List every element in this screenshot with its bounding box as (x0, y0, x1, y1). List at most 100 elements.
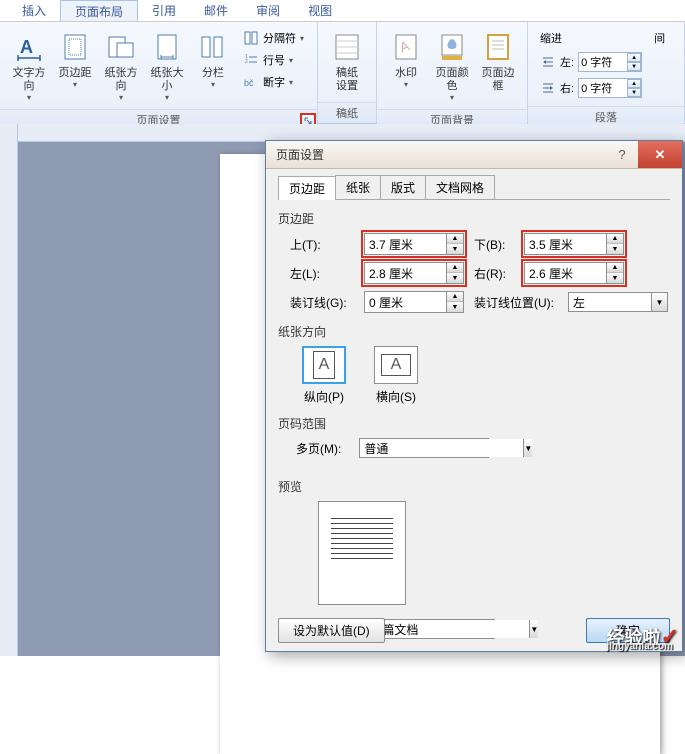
hyphenation-icon: bč (243, 74, 259, 90)
margin-left-input[interactable] (365, 263, 446, 283)
ribbon-group-background: A 水印 ▾ 页面颜色 ▾ 页面边框 页面背景 (377, 22, 528, 123)
chevron-down-icon: ▾ (119, 93, 123, 102)
chevron-down-icon: ▾ (27, 93, 31, 102)
chevron-down-icon: ▾ (73, 80, 77, 89)
spin-down[interactable]: ▼ (447, 302, 463, 312)
gutter-pos-label: 装订线位置(U): (474, 294, 568, 311)
spin-up[interactable]: ▲ (607, 234, 623, 244)
dialog-tab-margin[interactable]: 页边距 (278, 176, 336, 200)
dialog-tab-grid[interactable]: 文档网格 (425, 175, 495, 199)
watermark-logo: 经验啦✓ jingyanla.com (607, 624, 679, 650)
indent-left-input[interactable] (579, 55, 627, 69)
gutter-input[interactable] (365, 292, 446, 312)
ribbon-tabs: 插入 页面布局 引用 邮件 审阅 视图 (0, 0, 685, 22)
spin-up[interactable]: ▲ (627, 53, 641, 62)
manuscript-settings-button[interactable]: 稿纸 设置 (324, 26, 370, 98)
spin-up[interactable]: ▲ (607, 263, 623, 273)
columns-label: 分栏 (202, 67, 224, 80)
page-border-icon (482, 31, 514, 63)
spin-up[interactable]: ▲ (447, 292, 463, 302)
help-button[interactable]: ? (606, 141, 638, 168)
page-border-button[interactable]: 页面边框 (475, 26, 521, 105)
gutter-pos-select[interactable]: ▼ (568, 292, 668, 312)
gutter-pos-value[interactable] (569, 293, 651, 311)
chevron-down-icon: ▾ (211, 80, 215, 89)
tab-page-layout[interactable]: 页面布局 (60, 0, 138, 21)
indent-header-label: 缩进 (540, 30, 642, 46)
group-paragraph-label: 段落 (595, 112, 617, 124)
gutter-spinner[interactable]: ▲▼ (364, 291, 464, 313)
margin-right-label: 右(R): (474, 265, 524, 282)
size-button[interactable]: 纸张大小 ▾ (144, 26, 190, 105)
orientation-landscape[interactable]: A 横向(S) (368, 346, 424, 405)
spin-down[interactable]: ▼ (627, 88, 641, 97)
columns-icon (197, 31, 229, 63)
spin-down[interactable]: ▼ (607, 273, 623, 283)
dialog-title: 页面设置 (276, 146, 324, 163)
indent-right-input[interactable] (579, 81, 627, 95)
spin-down[interactable]: ▼ (627, 62, 641, 71)
watermark-icon: A (390, 31, 422, 63)
ribbon-group-manuscript: 稿纸 设置 稿纸 (318, 22, 377, 123)
margin-top-input[interactable] (365, 234, 446, 254)
hyphenation-button[interactable]: bč 断字▾ (240, 72, 307, 92)
spin-down[interactable]: ▼ (447, 244, 463, 254)
spin-up[interactable]: ▲ (447, 234, 463, 244)
indent-left-spinner[interactable]: ▲▼ (578, 52, 642, 72)
section-orientation-label: 纸张方向 (278, 323, 670, 340)
dialog-titlebar[interactable]: 页面设置 ? ✕ (266, 141, 682, 169)
margin-right-spinner[interactable]: ▲▼ (524, 262, 624, 284)
tab-insert[interactable]: 插入 (8, 0, 60, 21)
multi-page-label: 多页(M): (296, 440, 341, 457)
indent-right-icon (540, 80, 556, 96)
breaks-button[interactable]: 分隔符▾ (240, 28, 307, 48)
tab-mail[interactable]: 邮件 (190, 0, 242, 21)
margin-icon (59, 31, 91, 63)
section-range-label: 页码范围 (278, 415, 670, 432)
spin-down[interactable]: ▼ (447, 273, 463, 283)
chevron-down-icon: ▾ (165, 93, 169, 102)
text-direction-button[interactable]: A 文字方向 ▾ (6, 26, 52, 105)
columns-button[interactable]: 分栏 ▾ (190, 26, 236, 105)
set-default-button[interactable]: 设为默认值(D) (278, 618, 385, 643)
chevron-down-icon[interactable]: ▼ (651, 293, 667, 311)
page-setup-dialog: 页面设置 ? ✕ 页边距 纸张 版式 文档网格 页边距 上(T): ▲▼ 下(B… (265, 140, 683, 652)
spin-down[interactable]: ▼ (607, 244, 623, 254)
chevron-down-icon[interactable]: ▼ (523, 439, 532, 457)
multi-page-select[interactable]: ▼ (359, 438, 489, 458)
svg-text:bč: bč (244, 78, 254, 88)
watermark-button[interactable]: A 水印 ▾ (383, 26, 429, 105)
indent-right-spinner[interactable]: ▲▼ (578, 78, 642, 98)
spin-up[interactable]: ▲ (627, 79, 641, 88)
close-button[interactable]: ✕ (638, 141, 682, 168)
margin-bottom-spinner[interactable]: ▲▼ (524, 233, 624, 255)
margin-label: 页边距 (59, 67, 92, 80)
margin-left-label: 左(L): (290, 265, 364, 282)
text-direction-label: 文字方向 (8, 67, 50, 93)
tab-review[interactable]: 审阅 (242, 0, 294, 21)
page-border-label: 页面边框 (477, 67, 519, 93)
section-preview-label: 预览 (278, 478, 670, 495)
dialog-tab-layout[interactable]: 版式 (380, 175, 426, 199)
orientation-portrait[interactable]: A 纵向(P) (296, 346, 352, 405)
page-color-button[interactable]: 页面颜色 ▾ (429, 26, 475, 105)
page-color-icon (436, 31, 468, 63)
preview-thumbnail (318, 501, 406, 605)
line-numbers-label: 行号 (263, 52, 285, 68)
margin-button[interactable]: 页边距 ▾ (52, 26, 98, 105)
spin-up[interactable]: ▲ (447, 263, 463, 273)
line-numbers-button[interactable]: 12 行号▾ (240, 50, 307, 70)
margin-top-spinner[interactable]: ▲▼ (364, 233, 464, 255)
orientation-button[interactable]: 纸张方向 ▾ (98, 26, 144, 105)
margin-bottom-input[interactable] (525, 234, 606, 254)
tab-reference[interactable]: 引用 (138, 0, 190, 21)
tab-view[interactable]: 视图 (294, 0, 346, 21)
margin-right-input[interactable] (525, 263, 606, 283)
watermark-label: 水印 (395, 67, 417, 80)
margin-left-spinner[interactable]: ▲▼ (364, 262, 464, 284)
group-manuscript-label: 稿纸 (318, 102, 376, 123)
line-numbers-icon: 12 (243, 52, 259, 68)
indent-left-icon (540, 54, 556, 70)
dialog-tab-paper[interactable]: 纸张 (335, 175, 381, 199)
multi-page-value[interactable] (360, 439, 523, 457)
